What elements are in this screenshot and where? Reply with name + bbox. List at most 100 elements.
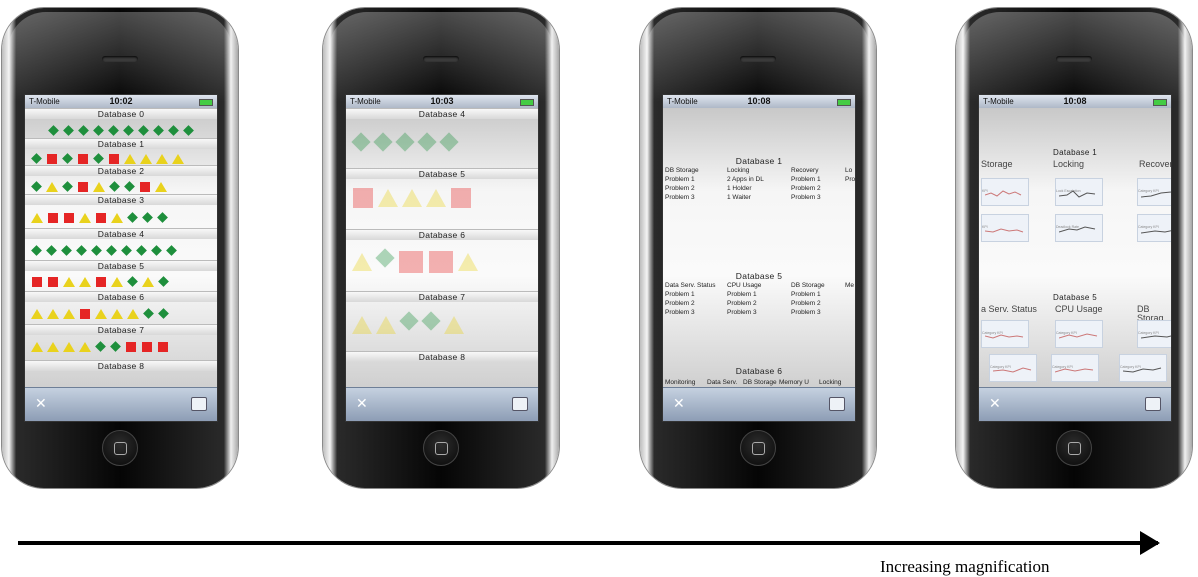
home-button[interactable] [102, 430, 138, 466]
status-row [29, 273, 213, 287]
kpi-sparkline [1141, 191, 1171, 198]
db-header[interactable]: Database 4 [25, 228, 217, 239]
battery-icon [520, 99, 534, 106]
kpi-card[interactable]: Lock Escalation [1055, 178, 1103, 206]
col-header: Lo [845, 167, 853, 174]
col-header: CPU Usage [1055, 304, 1103, 314]
toolbar: ✕ [25, 387, 217, 421]
col-header: a Serv. Status [981, 304, 1037, 314]
db-header[interactable]: Database 4 [346, 108, 538, 119]
kpi-card[interactable]: Category KPI [1137, 178, 1171, 206]
battery-icon [199, 99, 213, 106]
wrench-icon[interactable]: ✕ [35, 395, 47, 412]
kpi-sparkline [1059, 190, 1096, 198]
kpi-sparkline [1059, 333, 1098, 339]
tiny-label: Data Serv. [707, 379, 738, 386]
toolbar: ✕ [663, 387, 855, 421]
list-item: Problem 1 [665, 291, 695, 298]
db-header[interactable]: Database 8 [346, 351, 538, 362]
list-item: 1 Waiter [727, 194, 751, 201]
kpi-sparkline [985, 228, 1024, 233]
db-header[interactable]: Database 2 [25, 165, 217, 176]
col-header: Data Serv. Status [665, 282, 716, 289]
db-header[interactable]: Database 3 [25, 194, 217, 205]
col-header: Recovery [1139, 159, 1171, 169]
list-item: 1 Holder [727, 185, 752, 192]
kpi-card[interactable]: Category KPI [1055, 320, 1103, 348]
list-item: Problem 2 [665, 185, 695, 192]
db-header[interactable]: Database 7 [25, 324, 217, 335]
list-item: Problem 1 [791, 176, 821, 183]
zoom-content[interactable]: Database 4 Database 5 Database 6 Databas… [346, 108, 538, 388]
list-icon[interactable] [829, 397, 845, 411]
db-header[interactable]: Database 1 [25, 138, 217, 149]
arrowhead [1140, 531, 1160, 555]
db-header[interactable]: Database 5 [979, 293, 1171, 302]
kpi-sparkline [1055, 368, 1094, 373]
tiny-label: Memory U [779, 379, 809, 386]
clock: 10:08 [1063, 96, 1087, 106]
wrench-icon[interactable]: ✕ [989, 395, 1001, 412]
db-header[interactable]: Database 6 [663, 366, 855, 376]
db-header[interactable]: Database 1 [979, 148, 1171, 157]
list-item: Problem 3 [727, 309, 757, 316]
status-bar: T-Mobile 10:08 [663, 95, 855, 108]
list-icon[interactable] [512, 397, 528, 411]
list-item: Problem 3 [665, 194, 695, 201]
kpi-card[interactable]: Category KPI [1137, 214, 1171, 242]
status-row [350, 248, 534, 273]
status-row [350, 311, 534, 334]
kpi-card[interactable]: Category KPI [981, 320, 1029, 348]
tiny-label: Locking [819, 379, 842, 386]
db-header[interactable]: Database 5 [346, 168, 538, 179]
list-item: Problem 1 [665, 176, 695, 183]
kpi-card[interactable]: KPI [981, 178, 1029, 206]
kpi-card[interactable]: Category KPI [1119, 354, 1167, 382]
kpi-card[interactable]: Category KPI [1137, 320, 1171, 348]
db-header[interactable]: Database 0 [25, 108, 217, 119]
battery-icon [1153, 99, 1167, 106]
db-header[interactable]: Database 8 [25, 360, 217, 371]
list-icon[interactable] [191, 397, 207, 411]
clock: 10:02 [109, 96, 133, 106]
kpi-card[interactable]: Deadlock Rate [1055, 214, 1103, 242]
tiny-label: DB Storage [743, 379, 777, 386]
speaker [1056, 56, 1092, 62]
kpi-card[interactable]: Category KPI [989, 354, 1037, 382]
col-header: CPU Usage [727, 282, 762, 289]
db-header[interactable]: Database 6 [346, 229, 538, 240]
db-header[interactable]: Database 1 [663, 156, 855, 166]
wrench-icon[interactable]: ✕ [356, 395, 368, 412]
list-icon[interactable] [1145, 397, 1161, 411]
db-header[interactable]: Database 5 [663, 271, 855, 281]
list-item: Problem 3 [791, 309, 821, 316]
home-button[interactable] [740, 430, 776, 466]
kpi-content[interactable]: Database 1 Storage Locking Recovery KPI … [979, 108, 1171, 388]
clock: 10:03 [430, 96, 454, 106]
kpi-sparkline [1141, 335, 1171, 339]
status-row [29, 209, 213, 223]
overview-content[interactable]: Database 0 Database 1 Database 2 Databas… [25, 108, 217, 388]
list-item: Problem 3 [665, 309, 695, 316]
db-header[interactable]: Database 7 [346, 291, 538, 302]
col-header: Locking [1053, 159, 1085, 169]
wrench-icon[interactable]: ✕ [673, 395, 685, 412]
list-item: Problem 2 [791, 300, 821, 307]
kpi-card[interactable]: Category KPI [1051, 354, 1099, 382]
status-row [29, 150, 213, 164]
status-row [350, 132, 534, 152]
home-button[interactable] [1056, 430, 1092, 466]
speaker [102, 56, 138, 62]
tiny-label: Monitoring [665, 379, 696, 386]
kpi-card[interactable]: KPI [981, 214, 1029, 242]
status-row [29, 242, 213, 256]
detail-content[interactable]: Database 1 DB Storage Locking Recovery L… [663, 108, 855, 388]
phone-1: T-Mobile 10:02 Database 0 Database 1 Dat… [2, 8, 238, 488]
col-header: Recovery [791, 167, 819, 174]
db-header[interactable]: Database 6 [25, 291, 217, 302]
db-header[interactable]: Database 5 [25, 260, 217, 271]
home-button[interactable] [423, 430, 459, 466]
list-item: Problem 2 [727, 300, 757, 307]
list-item: 2 Apps in DL [727, 176, 764, 183]
toolbar: ✕ [346, 387, 538, 421]
